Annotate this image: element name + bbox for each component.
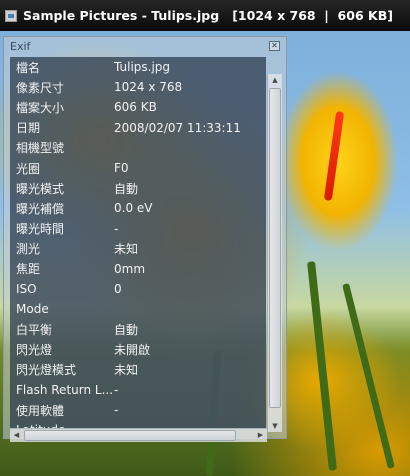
exif-row: 白平衡 自動 bbox=[10, 319, 266, 339]
scroll-down-arrow-icon[interactable]: ▼ bbox=[268, 420, 282, 432]
exif-key: Flash Return L... bbox=[16, 383, 112, 398]
exif-key: 光圈 bbox=[16, 161, 41, 176]
exif-panel-title: Exif bbox=[10, 39, 31, 53]
exif-key: 日期 bbox=[16, 121, 41, 136]
exif-value: 未開啟 bbox=[114, 343, 151, 358]
exif-row: Mode bbox=[10, 299, 266, 319]
exif-key: 曝光補償 bbox=[16, 201, 65, 216]
exif-row: 閃光燈 未開啟 bbox=[10, 340, 266, 360]
exif-row: ISO 0 bbox=[10, 279, 266, 299]
exif-table[interactable]: 檔名 Tulips.jpg 像素尺寸 1024 x 768 檔案大小 606 K… bbox=[10, 57, 266, 428]
exif-value: 0mm bbox=[114, 261, 146, 276]
exif-key: 閃光燈模式 bbox=[16, 363, 77, 378]
window-title: Sample Pictures - Tulips.jpg [1024 x 768… bbox=[23, 8, 393, 23]
exif-value: F0 bbox=[114, 161, 129, 176]
exif-value: 1024 x 768 bbox=[114, 80, 183, 95]
exif-row: 曝光模式 自動 bbox=[10, 178, 266, 198]
exif-key: Mode bbox=[16, 302, 49, 317]
exif-row: 使用軟體 - bbox=[10, 400, 266, 420]
exif-key: 曝光時間 bbox=[16, 222, 65, 237]
exif-key: ISO bbox=[16, 282, 37, 297]
exif-row: Flash Return L... - bbox=[10, 380, 266, 400]
exif-row: 閃光燈模式 未知 bbox=[10, 360, 266, 380]
exif-key: 使用軟體 bbox=[16, 403, 65, 418]
exif-key: 曝光模式 bbox=[16, 181, 65, 196]
exif-panel-header: Exif ✕ bbox=[4, 37, 286, 55]
scroll-left-arrow-icon[interactable]: ◀ bbox=[10, 429, 23, 442]
exif-row: 曝光補償 0.0 eV bbox=[10, 198, 266, 218]
exif-key: 測光 bbox=[16, 242, 41, 257]
exif-key: 白平衡 bbox=[16, 323, 53, 338]
exif-value: 自動 bbox=[114, 181, 139, 196]
exif-key: 閃光燈 bbox=[16, 343, 53, 358]
exif-value: - bbox=[114, 383, 119, 398]
exif-row: 像素尺寸 1024 x 768 bbox=[10, 77, 266, 97]
exif-row: 光圈 F0 bbox=[10, 158, 266, 178]
exif-value: - bbox=[114, 221, 119, 236]
exif-value: 0.0 eV bbox=[114, 201, 153, 216]
exif-panel[interactable]: Exif ✕ 檔名 Tulips.jpg 像素尺寸 1024 x 768 檔案大… bbox=[3, 36, 287, 442]
exif-row: 焦距 0mm bbox=[10, 259, 266, 279]
exif-value: 自動 bbox=[114, 323, 139, 338]
exif-value: 未知 bbox=[114, 242, 139, 257]
exif-value: 2008/02/07 11:33:11 bbox=[114, 120, 241, 135]
window-icon bbox=[5, 9, 17, 22]
scroll-up-arrow-icon[interactable]: ▲ bbox=[268, 74, 282, 86]
vertical-scroll-thumb[interactable] bbox=[269, 88, 281, 408]
exif-key: 像素尺寸 bbox=[16, 80, 65, 95]
horizontal-scroll-thumb[interactable] bbox=[24, 430, 236, 441]
exif-row: 曝光時間 - bbox=[10, 219, 266, 239]
exif-value: 未知 bbox=[114, 363, 139, 378]
exif-value: 0 bbox=[114, 282, 122, 297]
vertical-scrollbar[interactable]: ▲ ▼ bbox=[267, 74, 282, 432]
exif-row: Latitude - bbox=[10, 420, 266, 428]
tulip-stem bbox=[307, 261, 337, 471]
exif-row: 日期 2008/02/07 11:33:11 bbox=[10, 118, 266, 138]
red-petal-stripe bbox=[323, 110, 345, 202]
exif-key: 檔案大小 bbox=[16, 100, 65, 115]
scroll-right-arrow-icon[interactable]: ▶ bbox=[254, 429, 267, 442]
exif-key: 焦距 bbox=[16, 262, 41, 277]
window-title-bar[interactable]: Sample Pictures - Tulips.jpg [1024 x 768… bbox=[0, 0, 410, 31]
close-icon[interactable]: ✕ bbox=[269, 41, 280, 51]
horizontal-scrollbar[interactable]: ◀ ▶ bbox=[10, 428, 267, 442]
exif-row: 測光 未知 bbox=[10, 239, 266, 259]
exif-row: 相機型號 bbox=[10, 138, 266, 158]
exif-key: 檔名 bbox=[16, 60, 41, 75]
exif-value: - bbox=[114, 403, 119, 418]
exif-row: 檔案大小 606 KB bbox=[10, 97, 266, 117]
exif-key: 相機型號 bbox=[16, 141, 65, 156]
exif-value: 606 KB bbox=[114, 100, 157, 115]
tulip-stem bbox=[342, 282, 395, 470]
exif-row: 檔名 Tulips.jpg bbox=[10, 57, 266, 77]
exif-value: Tulips.jpg bbox=[114, 60, 171, 75]
